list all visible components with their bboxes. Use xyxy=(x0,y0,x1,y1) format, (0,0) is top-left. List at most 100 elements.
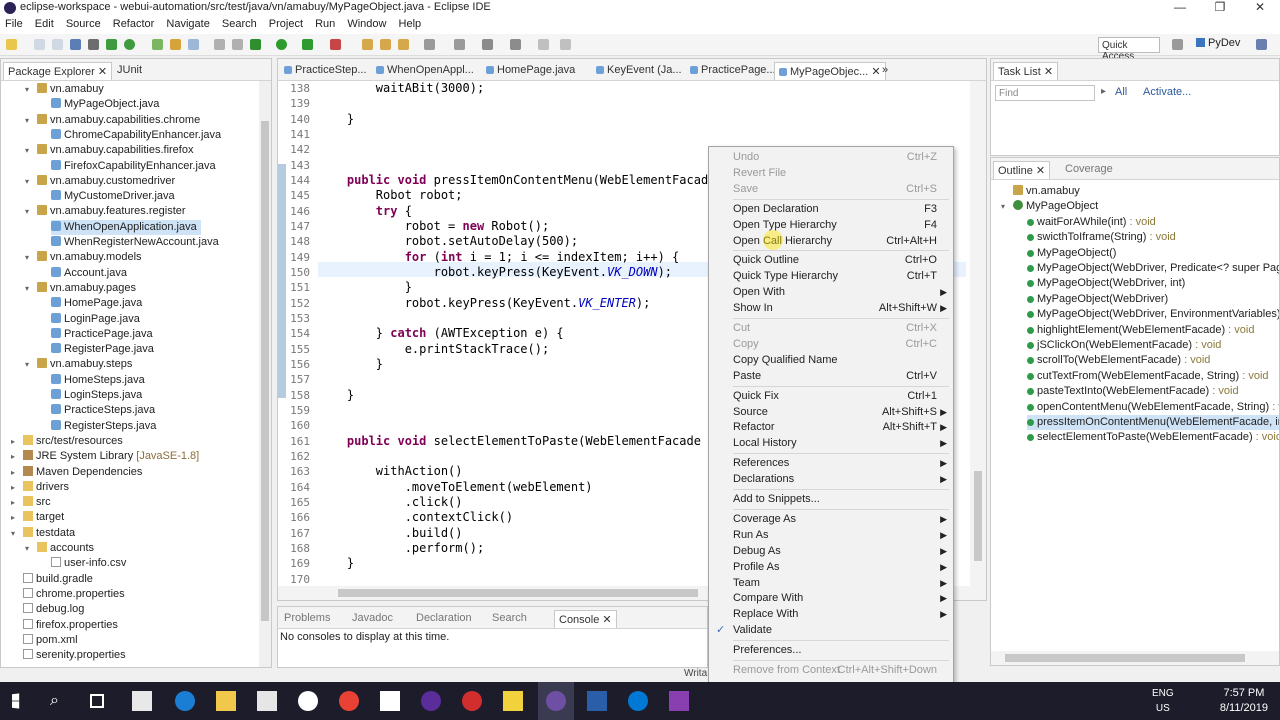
outline-item[interactable]: cutTextFrom(WebElementFacade, String) : … xyxy=(1027,369,1269,384)
tree-item[interactable]: PracticePage.java xyxy=(51,327,153,342)
open-task-icon[interactable] xyxy=(170,39,181,50)
menu-edit[interactable]: Edit xyxy=(35,16,54,30)
expand-icon[interactable]: ▸ xyxy=(11,465,19,480)
save-all-icon[interactable] xyxy=(52,39,63,50)
outline-item[interactable]: vn.amabuy xyxy=(1013,184,1080,199)
editor-tab[interactable]: HomePage.java xyxy=(482,62,579,80)
edge-icon[interactable] xyxy=(175,691,195,711)
outline-item[interactable]: MyPageObject(WebDriver, int) xyxy=(1027,276,1185,291)
app2-icon[interactable] xyxy=(421,691,441,711)
tree-item[interactable]: RegisterSteps.java xyxy=(51,419,156,434)
tree-item[interactable]: ▸ Maven Dependencies xyxy=(11,465,142,480)
collapse-icon[interactable]: ▸ xyxy=(1101,86,1106,97)
menu-window[interactable]: Window xyxy=(347,16,386,30)
editor-vscroll-thumb[interactable] xyxy=(974,471,982,561)
menu-search[interactable]: Search xyxy=(222,16,257,30)
prev-annotation-icon[interactable] xyxy=(454,39,465,50)
debug-icon[interactable] xyxy=(250,39,261,50)
menu-item-quick-fix[interactable]: Quick Fix Ctrl+1 xyxy=(709,388,953,404)
menu-item-team[interactable]: Team ▶ xyxy=(709,575,953,591)
search-icon[interactable]: ⌕ xyxy=(50,691,70,711)
tree-item[interactable]: MyCustomeDriver.java xyxy=(51,189,175,204)
outline-item[interactable]: ▾ MyPageObject xyxy=(1001,199,1098,214)
menu-item-open-type-hierarchy[interactable]: Open Type Hierarchy F4 xyxy=(709,217,953,233)
menu-item-compare-with[interactable]: Compare With ▶ xyxy=(709,590,953,606)
tree-item[interactable]: ▸ src/test/resources xyxy=(11,434,123,449)
tree-item[interactable]: HomePage.java xyxy=(51,296,142,311)
bottom-tab[interactable]: Search xyxy=(488,610,531,628)
quick-access-input[interactable]: Quick Access xyxy=(1098,37,1160,62)
outline-hscrollbar[interactable] xyxy=(991,651,1279,665)
menu-item-local-history[interactable]: Local History ▶ xyxy=(709,435,953,451)
open-type-icon[interactable] xyxy=(152,39,163,50)
next-annotation-icon[interactable] xyxy=(424,39,435,50)
tab-outline[interactable]: Outline ✕ xyxy=(993,161,1051,179)
expand-icon[interactable]: ▸ xyxy=(11,480,19,495)
search-icon[interactable] xyxy=(188,39,199,50)
outline-item[interactable]: highlightElement(WebElementFacade) : voi… xyxy=(1027,323,1254,338)
tree-item[interactable]: firefox.properties xyxy=(23,618,118,633)
outline-item[interactable]: swicthToIframe(String) : void xyxy=(1027,230,1176,245)
expand-icon[interactable]: ▸ xyxy=(11,495,19,510)
collapse-icon[interactable]: ▾ xyxy=(25,82,33,97)
task-all-link[interactable]: All xyxy=(1115,86,1127,98)
file-explorer-icon[interactable] xyxy=(216,691,236,711)
task-view-icon[interactable] xyxy=(90,694,104,708)
menu-item-open-with[interactable]: Open With ▶ xyxy=(709,284,953,300)
recorder-icon[interactable] xyxy=(669,691,689,711)
stop-icon[interactable] xyxy=(330,39,341,50)
menu-item-open-declaration[interactable]: Open Declaration F3 xyxy=(709,201,953,217)
editor-tab[interactable]: PracticePage... xyxy=(686,62,780,80)
tree-item[interactable]: ▾ vn.amabuy.capabilities.chrome xyxy=(25,113,200,128)
menu-item-refactor[interactable]: Refactor Alt+Shift+T ▶ xyxy=(709,419,953,435)
collapse-icon[interactable]: ▾ xyxy=(25,143,33,158)
outline-item[interactable]: selectElementToPaste(WebElementFacade) :… xyxy=(1027,430,1279,445)
outline-item[interactable]: MyPageObject(WebDriver, EnvironmentVaria… xyxy=(1027,307,1279,322)
menu-item-open-call-hierarchy[interactable]: Open Call Hierarchy Ctrl+Alt+H xyxy=(709,233,953,249)
scrollbar-thumb[interactable] xyxy=(261,121,269,621)
menu-item-preferences[interactable]: Preferences... xyxy=(709,642,953,658)
new-package-icon[interactable] xyxy=(380,39,391,50)
bottom-tab[interactable]: Javadoc xyxy=(348,610,397,628)
editor-tab[interactable]: KeyEvent (Ja... xyxy=(592,62,686,80)
tree-item[interactable]: serenity.properties xyxy=(23,648,126,663)
tree-item[interactable]: ChromeCapabilityEnhancer.java xyxy=(51,128,221,143)
tree-item[interactable]: LoginPage.java xyxy=(51,312,140,327)
pydev-perspective[interactable]: PyDev xyxy=(1196,37,1240,49)
tab-task-list[interactable]: Task List ✕ xyxy=(993,62,1059,80)
run-icon[interactable] xyxy=(276,39,287,50)
tree-item[interactable]: build.gradle xyxy=(23,572,93,587)
new-java-project-icon[interactable] xyxy=(362,39,373,50)
package-explorer-scrollbar[interactable] xyxy=(259,81,271,667)
sticky-notes-icon[interactable] xyxy=(503,691,523,711)
tree-item[interactable]: ▾ vn.amabuy.customedriver xyxy=(25,174,175,189)
menu-refactor[interactable]: Refactor xyxy=(113,16,155,30)
tab-package-explorer[interactable]: Package Explorer ✕ xyxy=(3,62,113,80)
menu-item-validate[interactable]: ✓ Validate xyxy=(709,622,953,638)
eclipse-taskbar-active[interactable] xyxy=(538,682,574,720)
outline-item[interactable]: jSClickOn(WebElementFacade) : void xyxy=(1027,338,1221,353)
external-tools-icon[interactable] xyxy=(302,39,313,50)
mail-icon[interactable] xyxy=(380,691,400,711)
tree-item[interactable]: ▾ vn.amabuy.steps xyxy=(25,357,132,372)
bottom-tab[interactable]: Problems xyxy=(280,610,334,628)
menu-item-paste[interactable]: Paste Ctrl+V xyxy=(709,368,953,384)
tree-item[interactable]: FirefoxCapabilityEnhancer.java xyxy=(51,159,216,174)
tree-item[interactable]: LoginSteps.java xyxy=(51,388,142,403)
menu-item-coverage-as[interactable]: Coverage As ▶ xyxy=(709,511,953,527)
build-icon[interactable] xyxy=(106,39,117,50)
menu-item-copy-qualified-name[interactable]: Copy Qualified Name xyxy=(709,352,953,368)
tree-item[interactable]: Account.java xyxy=(51,266,127,281)
clock[interactable]: 7:57 PM 8/11/2019 xyxy=(1220,686,1268,716)
history-back-icon[interactable] xyxy=(538,39,549,50)
collapse-icon[interactable]: ▾ xyxy=(25,250,33,265)
outline-item[interactable]: scrollTo(WebElementFacade) : void xyxy=(1027,353,1210,368)
collapse-icon[interactable]: ▾ xyxy=(25,113,33,128)
tree-item[interactable]: ▸ target xyxy=(11,510,64,525)
tree-item[interactable]: ▾ vn.amabuy xyxy=(25,82,104,97)
editor-tab[interactable]: PracticeStep... xyxy=(280,62,371,80)
tab-coverage[interactable]: Coverage xyxy=(1061,161,1117,179)
xbox-icon[interactable] xyxy=(298,691,318,711)
store-icon[interactable] xyxy=(257,691,277,711)
tree-item[interactable]: ▾ vn.amabuy.models xyxy=(25,250,142,265)
